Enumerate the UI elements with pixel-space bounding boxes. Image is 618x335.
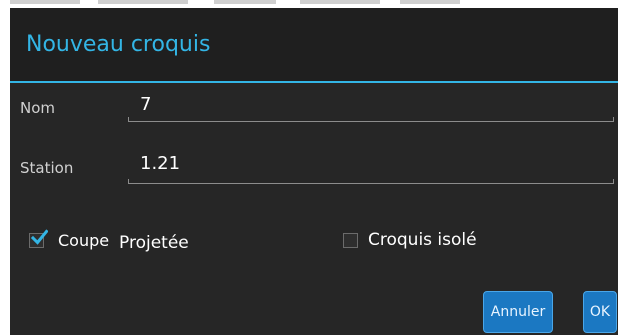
station-input-underline (128, 179, 614, 184)
title-divider (10, 81, 618, 83)
name-input-underline (128, 117, 614, 122)
isolated-sketch-label[interactable]: Croquis isolé (368, 230, 477, 250)
background-strip (0, 0, 618, 8)
name-input[interactable]: 7 (140, 94, 151, 116)
ok-button[interactable]: OK (583, 291, 617, 333)
projetee-option[interactable]: Projetée (119, 233, 189, 253)
dialog-title: Nouveau croquis (26, 32, 211, 57)
background-text-fragment (214, 0, 276, 4)
background-text-fragment (98, 0, 188, 4)
name-label: Nom (20, 99, 56, 117)
background-text-fragment (10, 0, 80, 4)
isolated-sketch-checkbox[interactable] (343, 233, 358, 248)
dialog-title-bar: Nouveau croquis (10, 8, 618, 81)
background-text-fragment (400, 0, 460, 4)
new-sketch-dialog: Nouveau croquis Nom 7 Station 1.21 Coupe… (10, 8, 618, 335)
station-label: Station (20, 159, 74, 177)
cancel-button[interactable]: Annuler (483, 291, 553, 333)
coupe-checkbox[interactable] (29, 229, 48, 248)
station-input[interactable]: 1.21 (140, 153, 180, 175)
checkmark-icon (31, 229, 48, 245)
coupe-label[interactable]: Coupe (58, 231, 109, 251)
background-text-fragment (300, 0, 380, 4)
